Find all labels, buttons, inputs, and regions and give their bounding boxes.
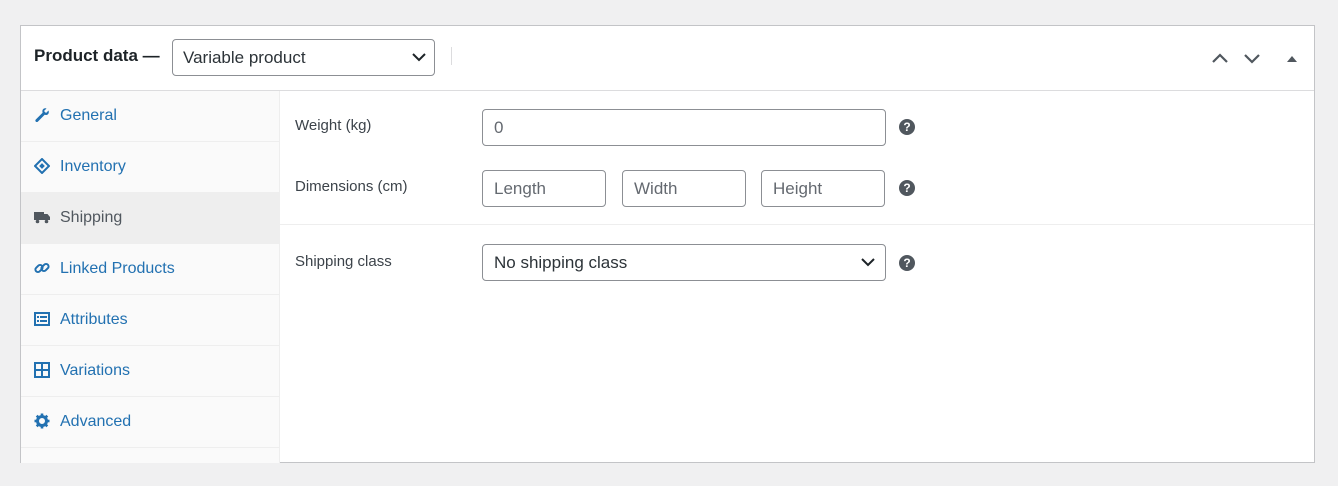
chevron-down-icon xyxy=(1244,54,1260,64)
weight-input[interactable] xyxy=(482,109,886,146)
tab-general-label: General xyxy=(60,107,117,124)
toggle-panel-button[interactable] xyxy=(1282,48,1302,68)
weight-label: Weight (kg) xyxy=(295,117,372,134)
chevron-down-icon xyxy=(861,258,875,267)
tab-variations-label: Variations xyxy=(60,362,130,379)
product-data-header: Product data — Variable product xyxy=(21,26,1314,91)
shipping-class-help-icon[interactable]: ? xyxy=(899,255,915,271)
tab-general[interactable]: General xyxy=(21,91,279,142)
tab-attributes[interactable]: Attributes xyxy=(21,295,279,346)
tab-inventory[interactable]: Inventory xyxy=(21,142,279,193)
list-card-icon xyxy=(34,312,50,326)
wrench-icon xyxy=(35,108,49,123)
grid-icon xyxy=(34,362,50,378)
section-divider xyxy=(280,224,1314,225)
width-input[interactable] xyxy=(622,170,746,207)
shipping-panel: Weight (kg) ? Dimensions (cm) ? Shipping… xyxy=(280,91,1314,463)
triangle-up-icon xyxy=(1287,56,1297,62)
link-icon xyxy=(34,262,50,274)
tab-variations[interactable]: Variations xyxy=(21,346,279,397)
truck-icon xyxy=(34,212,50,224)
tab-linked-products[interactable]: Linked Products xyxy=(21,244,279,295)
tab-advanced-label: Advanced xyxy=(60,413,132,430)
chevron-down-icon xyxy=(412,53,426,62)
header-separator xyxy=(451,47,452,65)
product-data-box: Product data — Variable product General … xyxy=(20,25,1315,463)
product-data-title: Product data — xyxy=(34,46,160,65)
product-data-tabs: General Inventory Shipping Linked Produc… xyxy=(21,91,280,463)
tag-icon xyxy=(34,158,50,174)
tab-shipping[interactable]: Shipping xyxy=(21,193,279,244)
weight-help-icon[interactable]: ? xyxy=(899,119,915,135)
length-input[interactable] xyxy=(482,170,606,207)
height-input[interactable] xyxy=(761,170,885,207)
dimensions-label: Dimensions (cm) xyxy=(295,178,408,195)
tab-attributes-label: Attributes xyxy=(60,311,128,328)
move-up-button[interactable] xyxy=(1210,48,1230,68)
product-type-select[interactable]: Variable product xyxy=(172,39,435,76)
move-down-button[interactable] xyxy=(1242,48,1262,68)
dimensions-help-icon[interactable]: ? xyxy=(899,180,915,196)
shipping-class-value: No shipping class xyxy=(494,253,628,272)
tab-inventory-label: Inventory xyxy=(60,158,126,175)
product-type-value: Variable product xyxy=(183,48,306,67)
shipping-class-select[interactable]: No shipping class xyxy=(482,244,886,281)
gear-icon xyxy=(34,413,50,429)
tab-shipping-label: Shipping xyxy=(60,209,123,226)
shipping-class-label: Shipping class xyxy=(295,253,392,270)
tab-advanced[interactable]: Advanced xyxy=(21,397,279,448)
chevron-up-icon xyxy=(1212,53,1228,63)
tab-linked-products-label: Linked Products xyxy=(60,260,175,277)
